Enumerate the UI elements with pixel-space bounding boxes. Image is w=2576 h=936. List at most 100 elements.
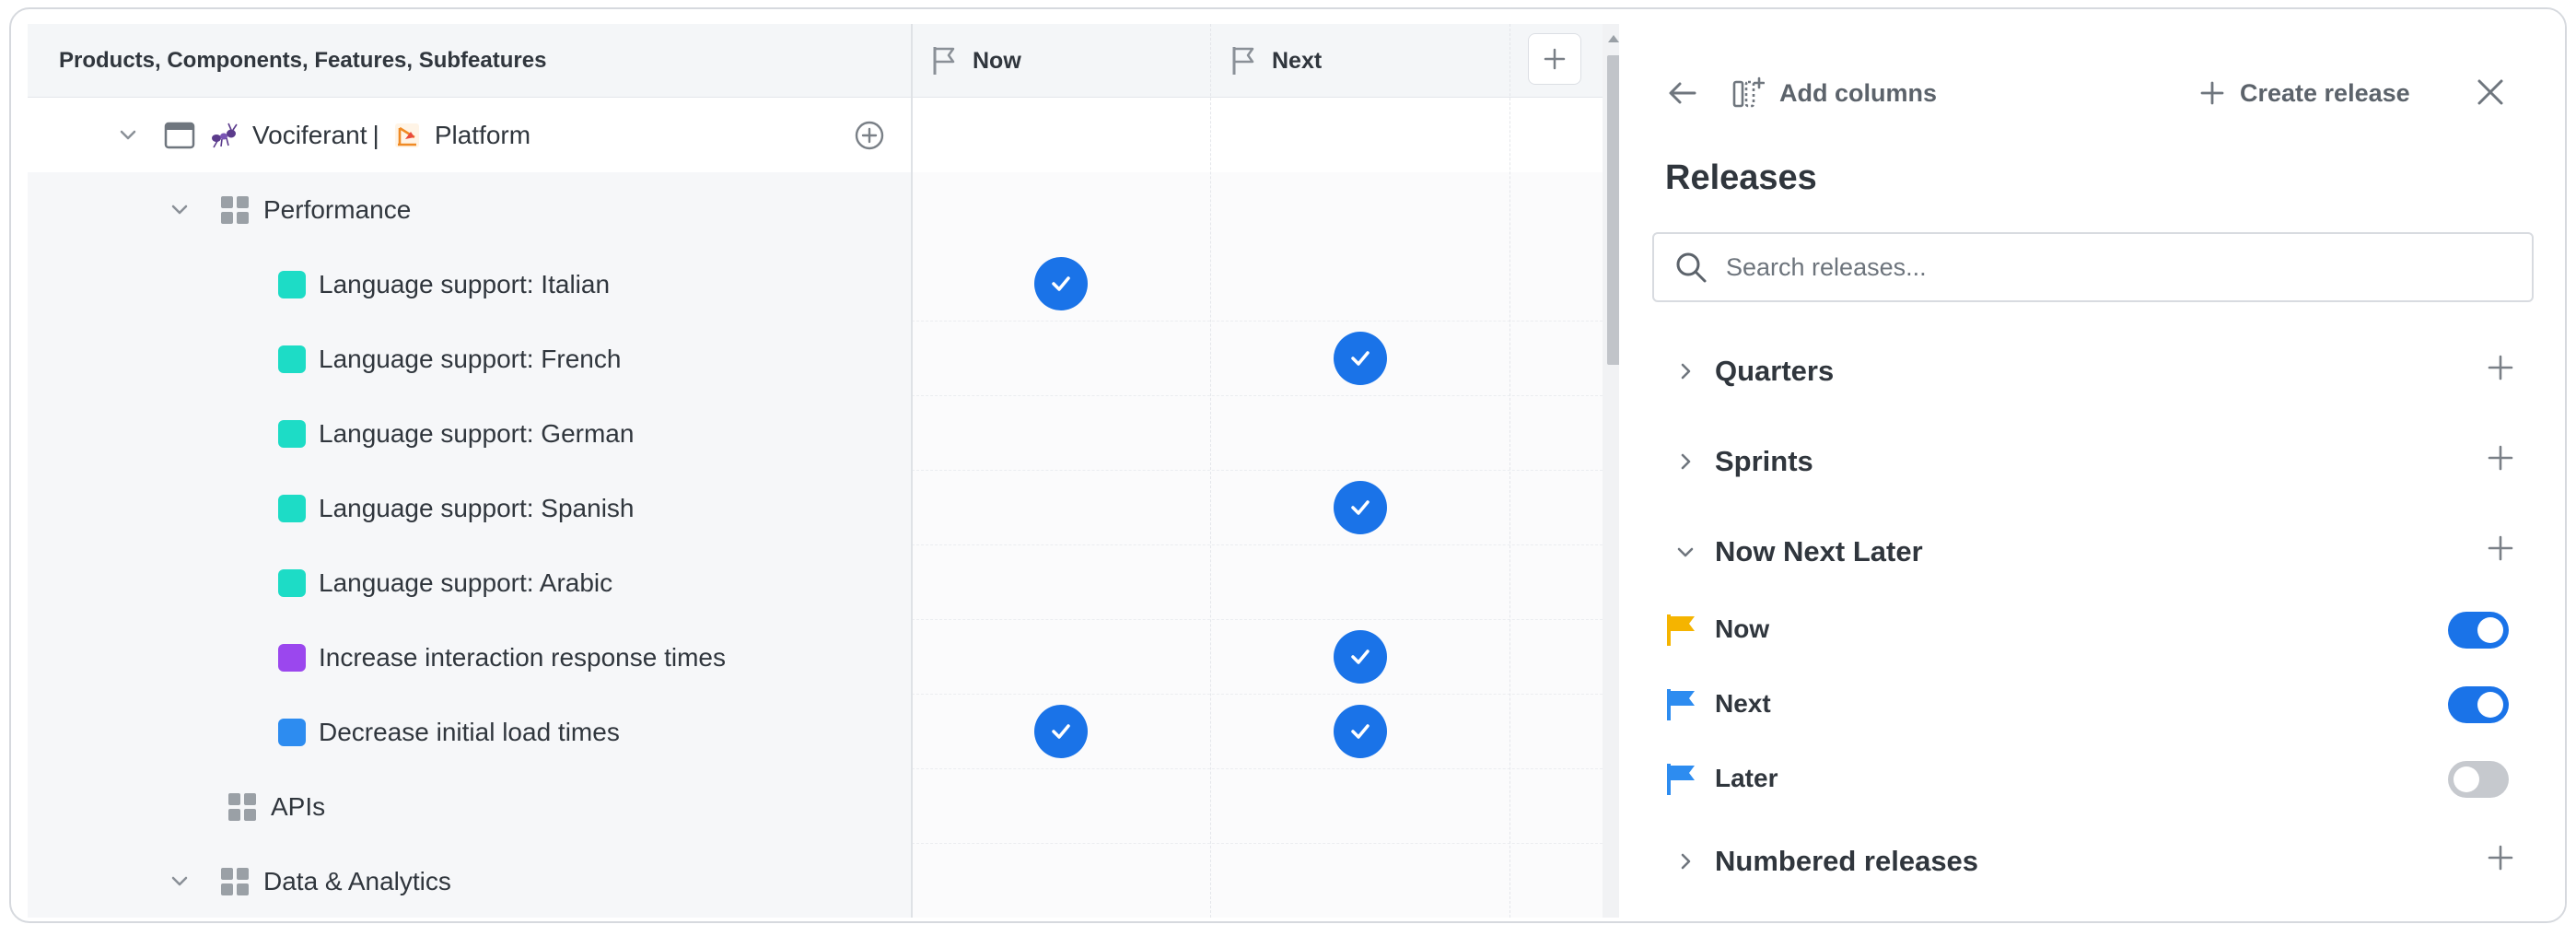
window-icon — [164, 122, 195, 148]
flag-icon — [1667, 764, 1695, 795]
component-grid-icon — [221, 867, 249, 895]
product-name: Vociferant — [252, 120, 367, 149]
feature-label: Increase interaction response times — [319, 642, 726, 672]
flag-icon — [1667, 689, 1695, 720]
feature-label: Language support: Arabic — [319, 567, 613, 597]
feature-row[interactable]: Increase interaction response times — [28, 620, 1603, 695]
ant-logo-icon — [212, 123, 238, 147]
feature-color-swatch — [278, 419, 306, 448]
chevron-right-icon[interactable] — [1674, 450, 1696, 473]
component-label: Performance — [263, 194, 412, 224]
check-icon[interactable] — [1034, 705, 1088, 758]
search-icon — [1676, 252, 1707, 283]
chevron-right-icon[interactable] — [1674, 360, 1696, 382]
section-label: Quarters — [1715, 355, 1835, 387]
section-label: Now Next Later — [1715, 535, 1923, 567]
scroll-up-arrow-icon[interactable] — [1608, 35, 1619, 42]
section-now-next-later[interactable]: Now Next Later — [1619, 520, 2565, 584]
close-icon[interactable] — [2474, 76, 2507, 109]
feature-label: Language support: French — [319, 344, 622, 373]
feature-label: Decrease initial load times — [319, 717, 620, 746]
feature-row[interactable]: Language support: German — [28, 396, 1603, 471]
plus-icon — [2200, 81, 2224, 105]
column-divider — [1210, 24, 1211, 918]
release-next[interactable]: Next — [1619, 672, 2565, 736]
flag-outline-icon — [933, 47, 955, 75]
add-columns-icon — [1732, 76, 1765, 108]
product-separator: | — [372, 120, 379, 149]
create-release-button[interactable]: Create release — [2199, 68, 2410, 118]
check-icon[interactable] — [1334, 481, 1387, 534]
column-divider — [1509, 24, 1510, 918]
release-toggle[interactable] — [2448, 612, 2509, 649]
feature-row[interactable]: Language support: Spanish — [28, 471, 1603, 545]
chevron-down-icon[interactable] — [116, 123, 140, 147]
plus-icon[interactable] — [2487, 844, 2514, 872]
section-label: Numbered releases — [1715, 845, 1979, 877]
component-grid-icon — [228, 792, 256, 821]
component-row[interactable]: Performance — [28, 172, 1603, 247]
roadmap-grid: Products, Components, Features, Subfeatu… — [28, 24, 1626, 918]
add-circle-icon[interactable] — [854, 120, 885, 151]
release-later[interactable]: Later — [1619, 746, 2565, 811]
panel-title: Releases — [1665, 158, 1817, 197]
chevron-down-icon[interactable] — [168, 870, 192, 894]
plus-icon[interactable] — [2487, 444, 2514, 472]
chevron-right-icon[interactable] — [1674, 850, 1696, 872]
check-icon[interactable] — [1034, 257, 1088, 310]
section-numbered-releases[interactable]: Numbered releases — [1619, 829, 2565, 894]
component-row[interactable]: Data & Analytics — [28, 844, 1603, 918]
release-toggle[interactable] — [2448, 761, 2509, 798]
chevron-down-icon[interactable] — [1674, 541, 1696, 563]
column-header-next-label: Next — [1272, 47, 1323, 74]
search-input[interactable] — [1726, 252, 2518, 282]
check-icon[interactable] — [1334, 630, 1387, 684]
check-icon[interactable] — [1334, 332, 1387, 385]
product-row[interactable]: Vociferant | Platform — [28, 98, 1603, 172]
search-field[interactable] — [1652, 232, 2534, 302]
release-toggle[interactable] — [2448, 686, 2509, 723]
plus-icon[interactable] — [2487, 534, 2514, 562]
column-header-now[interactable]: Now — [930, 24, 1021, 98]
flag-icon — [1667, 614, 1695, 646]
feature-color-swatch — [278, 718, 306, 746]
feature-row[interactable]: Decrease initial load times — [28, 695, 1603, 769]
component-label: Data & Analytics — [263, 866, 451, 895]
chevron-down-icon[interactable] — [168, 198, 192, 222]
grid-header-title: Products, Components, Features, Subfeatu… — [59, 48, 547, 73]
feature-color-swatch — [278, 270, 306, 298]
platform-logo-icon — [394, 123, 419, 147]
panel-toolbar: Add columns Create release — [1619, 55, 2565, 129]
section-quarters[interactable]: Quarters — [1619, 339, 2565, 404]
section-sprints[interactable]: Sprints — [1619, 429, 2565, 494]
feature-color-swatch — [278, 568, 306, 597]
add-columns-label: Add columns — [1779, 78, 1938, 107]
feature-color-swatch — [278, 345, 306, 373]
releases-panel: Add columns Create release Releases Sear… — [1619, 9, 2565, 921]
feature-row[interactable]: Language support: Arabic — [28, 545, 1603, 620]
arrow-left-icon[interactable] — [1665, 76, 1700, 111]
column-header-next[interactable]: Next — [1230, 24, 1322, 98]
release-label: Now — [1715, 614, 1770, 643]
column-divider — [911, 24, 913, 918]
add-columns-button[interactable]: Add columns — [1731, 68, 1937, 118]
column-header-now-label: Now — [973, 47, 1021, 74]
section-label: Sprints — [1715, 445, 1813, 477]
component-grid-icon — [221, 195, 249, 224]
release-label: Later — [1715, 764, 1778, 792]
app-frame: Products, Components, Features, Subfeatu… — [9, 7, 2567, 923]
plus-icon — [1544, 48, 1566, 70]
feature-color-swatch — [278, 494, 306, 522]
feature-row[interactable]: Language support: French — [28, 322, 1603, 396]
check-icon[interactable] — [1334, 705, 1387, 758]
plus-icon[interactable] — [2487, 354, 2514, 381]
add-column-button[interactable] — [1528, 33, 1581, 85]
release-label: Next — [1715, 689, 1771, 718]
component-row[interactable]: APIs — [28, 769, 1603, 844]
create-release-label: Create release — [2240, 78, 2410, 107]
release-now[interactable]: Now — [1619, 597, 2565, 661]
component-label: APIs — [271, 791, 326, 821]
feature-label: Language support: Italian — [319, 269, 611, 298]
feature-row[interactable]: Language support: Italian — [28, 247, 1603, 322]
feature-label: Language support: German — [319, 418, 635, 448]
